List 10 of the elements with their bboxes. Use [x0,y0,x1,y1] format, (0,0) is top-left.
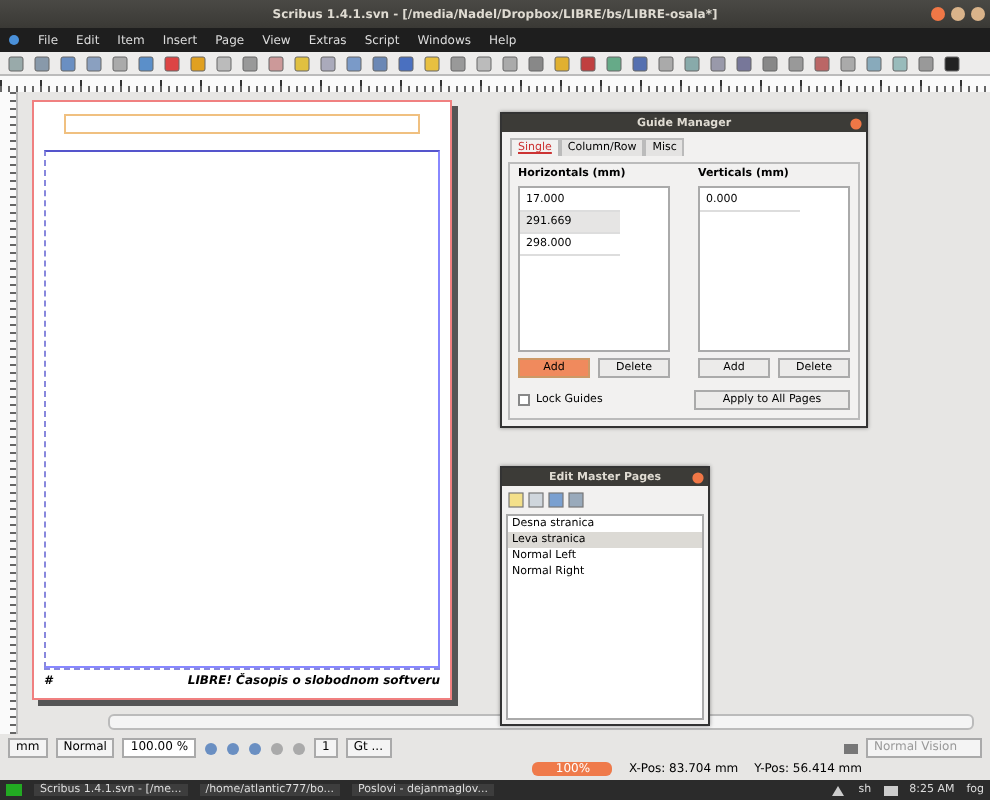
maximize-button[interactable] [970,6,986,22]
close-button[interactable] [692,471,704,483]
minimize-button[interactable] [950,6,966,22]
app-icon[interactable] [8,34,20,46]
mail-icon[interactable] [883,783,898,797]
view-icon[interactable] [844,741,858,755]
workspace-icon[interactable] [6,782,22,798]
close-button[interactable] [850,117,862,129]
checkbox[interactable] [518,394,530,406]
close-button[interactable] [930,6,946,22]
